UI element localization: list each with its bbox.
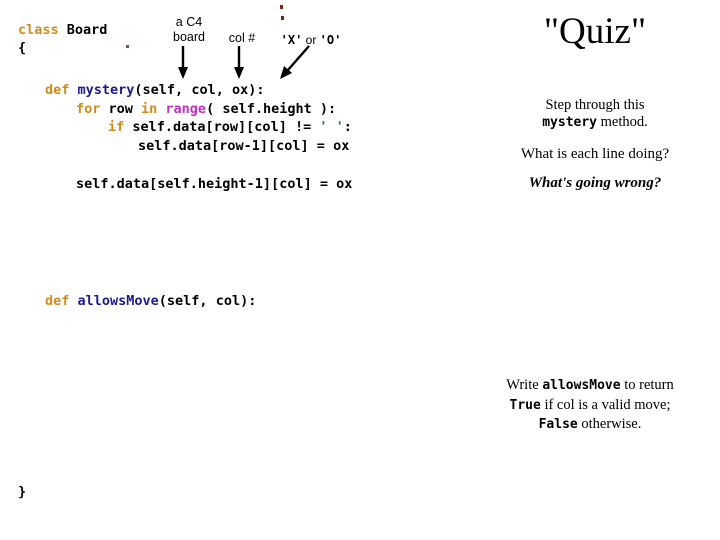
- keyword-def-allowsmove: def: [45, 293, 70, 309]
- annotation-ox-first: 'X': [280, 33, 303, 47]
- code-line-brace-close: }: [18, 484, 27, 500]
- if-colon: :: [343, 119, 352, 135]
- mystery-params: (self, col, ox):: [134, 82, 265, 98]
- write-literal-true: True: [509, 397, 541, 413]
- keyword-class: class: [18, 22, 59, 38]
- code-line-assign-row: self.data[row-1][col] = ox: [138, 138, 350, 154]
- write-method-name: allowsMove: [542, 378, 621, 393]
- range-args: ( self.height ):: [206, 101, 337, 117]
- allowsmove-params: (self, col):: [158, 293, 257, 309]
- keyword-if: if: [108, 119, 125, 135]
- code-line-brace-open: {: [18, 40, 27, 56]
- artifact-speck: [280, 5, 283, 9]
- instruction-write-allowsmove: Write allowsMove to return True if col is…: [460, 376, 720, 435]
- step-note-method-name: mystery: [542, 115, 598, 130]
- arrow-col-icon: [234, 46, 244, 79]
- code-line-if-condition: if self.data[row][col] != ' ':: [108, 118, 352, 137]
- if-condition: self.data[row][col] !=: [124, 119, 320, 135]
- keyword-for: for: [76, 101, 101, 117]
- keyword-def: def: [45, 82, 70, 98]
- write-suffix-text: to return: [620, 377, 674, 393]
- loop-var-row: row: [100, 101, 142, 117]
- write-end-text: otherwise.: [577, 416, 642, 432]
- step-note-line-2: method.: [597, 114, 648, 130]
- annotation-label-board: a C4 board: [173, 15, 205, 44]
- string-literal-space: ' ': [319, 119, 344, 135]
- arrow-ox-icon: [280, 45, 310, 79]
- function-name-allowsmove: allowsMove: [69, 293, 159, 309]
- code-line-assign-final: self.data[self.height-1][col] = ox: [76, 176, 353, 192]
- annotation-ox-or: or: [302, 33, 320, 47]
- artifact-speck: [126, 45, 129, 48]
- artifact-speck: [281, 16, 284, 20]
- slide-canvas: class Board { def mystery(self, col, ox)…: [0, 0, 720, 540]
- code-line-for-row: for row in range( self.height ):: [76, 100, 336, 119]
- write-literal-false: False: [538, 417, 578, 432]
- annotation-ox-second: 'O': [319, 33, 342, 47]
- annotation-label-col: col #: [228, 31, 256, 45]
- code-line-class-board: class Board: [18, 21, 107, 40]
- code-line-def-mystery: def mystery(self, col, ox):: [45, 81, 264, 100]
- page-title-quiz: "Quiz": [543, 11, 647, 52]
- class-name-board: Board: [58, 22, 108, 38]
- step-note-line-1: Step through this: [545, 97, 645, 113]
- builtin-range: range: [157, 101, 207, 117]
- question-what-is-each-line: What is each line doing?: [520, 146, 670, 162]
- question-whats-going-wrong: What's going wrong?: [528, 175, 662, 191]
- write-prefix-text: Write: [506, 377, 543, 393]
- function-name-mystery: mystery: [69, 82, 135, 98]
- instruction-step-through: Step through this mystery method.: [470, 97, 720, 131]
- keyword-in: in: [141, 101, 158, 117]
- code-line-def-allowsmove: def allowsMove(self, col):: [45, 292, 256, 311]
- arrow-board-icon: [178, 46, 188, 79]
- write-mid-text: if col is a valid move;: [540, 396, 671, 413]
